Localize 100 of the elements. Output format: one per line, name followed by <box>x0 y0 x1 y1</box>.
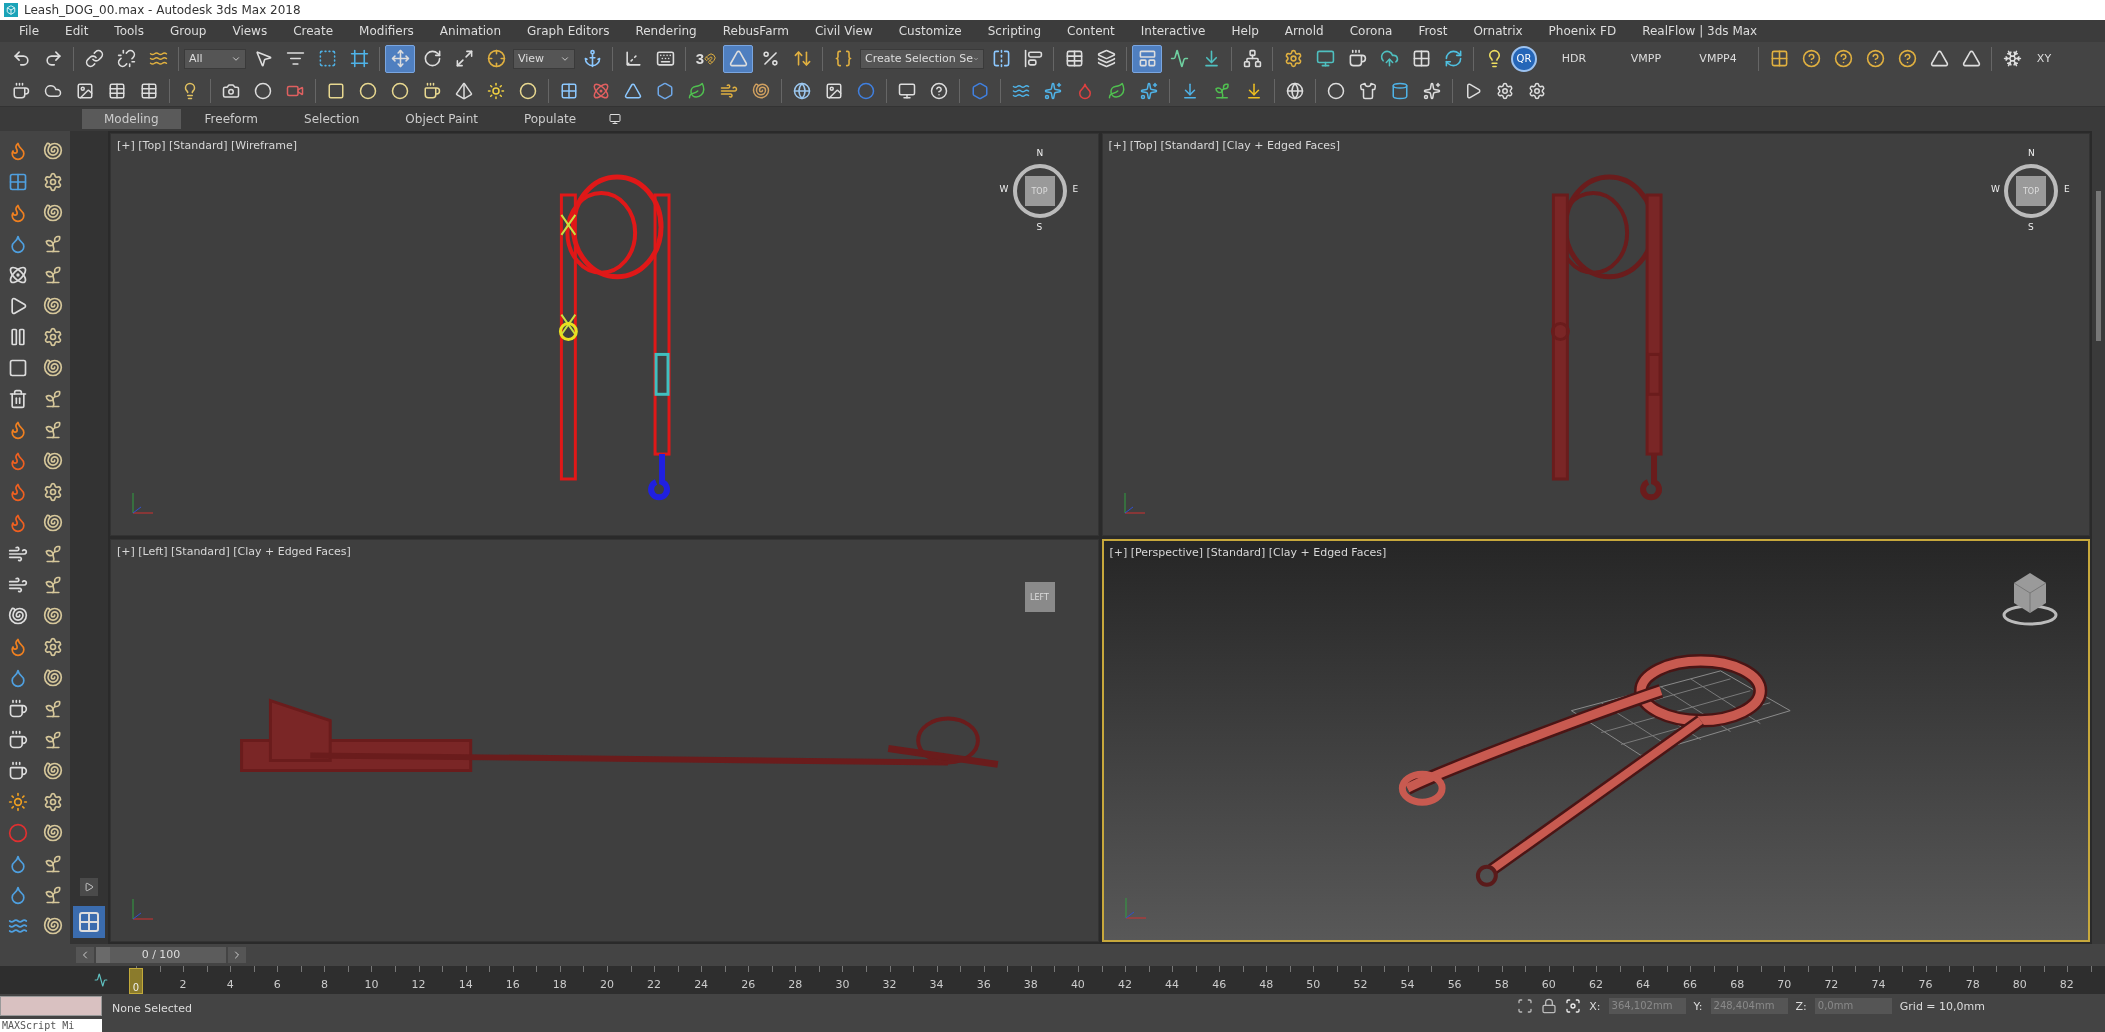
toolbar-dropdown[interactable]: All <box>184 48 246 69</box>
compass-letter: N <box>2028 148 2035 158</box>
menu-item[interactable]: Graph Editors <box>514 24 623 38</box>
viewport[interactable]: [+] [Top] [Standard] [Clay + Edged Faces] N E S W TOP <box>1101 133 2090 536</box>
timeline-tick-label: 34 <box>928 976 945 991</box>
timeline-tick-label: 48 <box>1258 976 1275 991</box>
toolbar-button[interactable]: XY <box>2029 44 2059 73</box>
timeline-tick-label: 56 <box>1446 976 1463 991</box>
timeline-tick-label: 36 <box>975 976 992 991</box>
grid-size-label: Grid = 10,0mm <box>1899 999 1985 1015</box>
timeline-tick-label: 54 <box>1399 976 1416 991</box>
viewport-label[interactable]: [+] [Top] [Standard] [Wireframe] <box>117 139 297 152</box>
coordinate-label: Z: <box>1795 999 1807 1015</box>
menu-item[interactable]: Frost <box>1405 24 1461 38</box>
ribbon-tab[interactable]: Modeling <box>82 109 181 129</box>
compass-letter: E <box>2064 184 2070 194</box>
timeline-tick-label: 24 <box>693 976 710 991</box>
timeline-tick-label: 4 <box>225 976 235 991</box>
compass-letter: W <box>999 184 1009 194</box>
compass-letter: E <box>1072 184 1079 194</box>
snap-button[interactable]: 3 <box>691 44 721 73</box>
timeline-tick-label: 40 <box>1069 976 1086 991</box>
selection-status: None Selected <box>112 1002 192 1017</box>
menu-item[interactable]: RealFlow | 3ds Max <box>1629 24 1771 38</box>
menu-item[interactable]: File <box>6 24 53 38</box>
timeline-tick-label: 42 <box>1116 976 1133 991</box>
menu-item[interactable]: Interactive <box>1127 24 1219 38</box>
toolbar-button[interactable]: HDR <box>1539 44 1609 73</box>
timeline-tick-label: 64 <box>1635 976 1651 991</box>
coordinate-label: X: <box>1589 999 1601 1015</box>
timeline-tick-label: 68 <box>1729 976 1746 991</box>
ribbon-tab[interactable]: Selection <box>282 109 382 129</box>
menu-item[interactable]: Rendering <box>622 24 710 38</box>
menu-item[interactable]: Customize <box>885 24 975 38</box>
timeline-tick-label: 32 <box>881 976 898 991</box>
timeline-tick-label: 80 <box>2011 976 2028 991</box>
timeline-tick-label: 66 <box>1682 976 1699 991</box>
timeline-tick-label: 46 <box>1211 976 1228 991</box>
viewport-label[interactable]: [+] [Perspective] [Standard] [Clay + Edged Faces] <box>1109 546 1387 559</box>
timeline-tick-label: 18 <box>551 976 568 991</box>
menu-item[interactable]: Content <box>1054 24 1128 38</box>
timeline-tick-label: 82 <box>2058 976 2075 991</box>
timeline-tick-label: 20 <box>598 976 615 991</box>
timeline-tick-label: 60 <box>1540 976 1557 991</box>
timeline-tick-label: 72 <box>1823 976 1840 991</box>
menu-item[interactable]: Views <box>219 24 281 38</box>
coordinate-label: Y: <box>1693 999 1703 1015</box>
menu-item[interactable]: Ornatrix <box>1460 24 1536 38</box>
menu-item[interactable]: Corona <box>1336 24 1406 38</box>
timeline-tick-label: 44 <box>1164 976 1181 991</box>
viewport[interactable]: [+] [Left] [Standard] [Clay + Edged Faces] LEFT <box>110 539 1099 942</box>
menu-item[interactable]: Tools <box>101 24 157 38</box>
toolbar-dropdown[interactable]: Create Selection Se <box>860 48 984 69</box>
menu-item[interactable]: Group <box>156 24 220 38</box>
compass-letter: S <box>2028 222 2034 232</box>
timeline-tick-label: 76 <box>1917 976 1934 991</box>
timeline-tick-label: 10 <box>363 976 380 991</box>
timeline-tick-label: 70 <box>1776 976 1793 991</box>
timeline-tick-label: 58 <box>1493 976 1510 991</box>
menu-item[interactable]: Help <box>1218 24 1272 38</box>
timeline-tick-label: 6 <box>272 976 282 991</box>
frame-marker[interactable]: 0 <box>129 968 143 994</box>
compass-letter: W <box>1991 184 2000 194</box>
viewport[interactable]: [+] [Top] [Standard] [Wireframe] N E S W TOP <box>110 133 1099 536</box>
timeline-tick-label: 22 <box>646 976 663 991</box>
timeline-tick-label: 52 <box>1352 976 1369 991</box>
toolbar-button[interactable]: VMPP <box>1611 44 1681 73</box>
menu-item[interactable]: Modifiers <box>346 24 427 38</box>
menu-item[interactable]: Create <box>280 24 347 38</box>
compass-letter: S <box>1036 222 1043 232</box>
ribbon-tab[interactable]: Populate <box>501 109 599 129</box>
ribbon-tab[interactable]: Freeform <box>182 109 281 129</box>
timeline-tick-label: 14 <box>457 976 474 991</box>
menu-item[interactable]: Scripting <box>974 24 1055 38</box>
menu-item[interactable]: RebusFarm <box>709 24 802 38</box>
timeline-tick-label: 74 <box>1870 976 1887 991</box>
time-slider[interactable]: 0 / 100 <box>96 947 226 963</box>
viewport-label[interactable]: [+] [Top] [Standard] [Clay + Edged Faces] <box>1108 139 1341 152</box>
window-title: Leash_DOG_00.max - Autodesk 3ds Max 2018 <box>24 3 301 17</box>
maxscript-field[interactable]: MAXScript Mi <box>0 1019 102 1032</box>
menu-item[interactable]: Edit <box>52 24 102 38</box>
viewport-label[interactable]: [+] [Left] [Standard] [Clay + Edged Faces] <box>117 545 351 558</box>
timeline-tick-label: 12 <box>410 976 427 991</box>
timeline-tick-label: 28 <box>787 976 804 991</box>
toolbar-button[interactable]: QR <box>1511 45 1537 72</box>
menu-item[interactable]: Arnold <box>1271 24 1337 38</box>
timeline-tick-label: 26 <box>740 976 757 991</box>
compass-letter: N <box>1036 148 1044 158</box>
menu-item[interactable]: Phoenix FD <box>1535 24 1630 38</box>
timeline-tick-label: 30 <box>834 976 851 991</box>
menu-item[interactable]: Civil View <box>801 24 886 38</box>
timeline-tick-label: 50 <box>1305 976 1322 991</box>
toolbar-button[interactable]: VMPP4 <box>1683 44 1753 73</box>
ribbon-tab[interactable]: Object Paint <box>383 109 500 129</box>
timeline-tick-label: 2 <box>178 976 188 991</box>
toolbar-dropdown[interactable]: View <box>513 48 575 69</box>
menu-item[interactable]: Animation <box>426 24 515 38</box>
viewport[interactable]: [+] [Perspective] [Standard] [Clay + Edged Faces] <box>1101 539 2090 942</box>
timeline-tick-label: 38 <box>1022 976 1039 991</box>
timeline-tick-label: 62 <box>1587 976 1604 991</box>
